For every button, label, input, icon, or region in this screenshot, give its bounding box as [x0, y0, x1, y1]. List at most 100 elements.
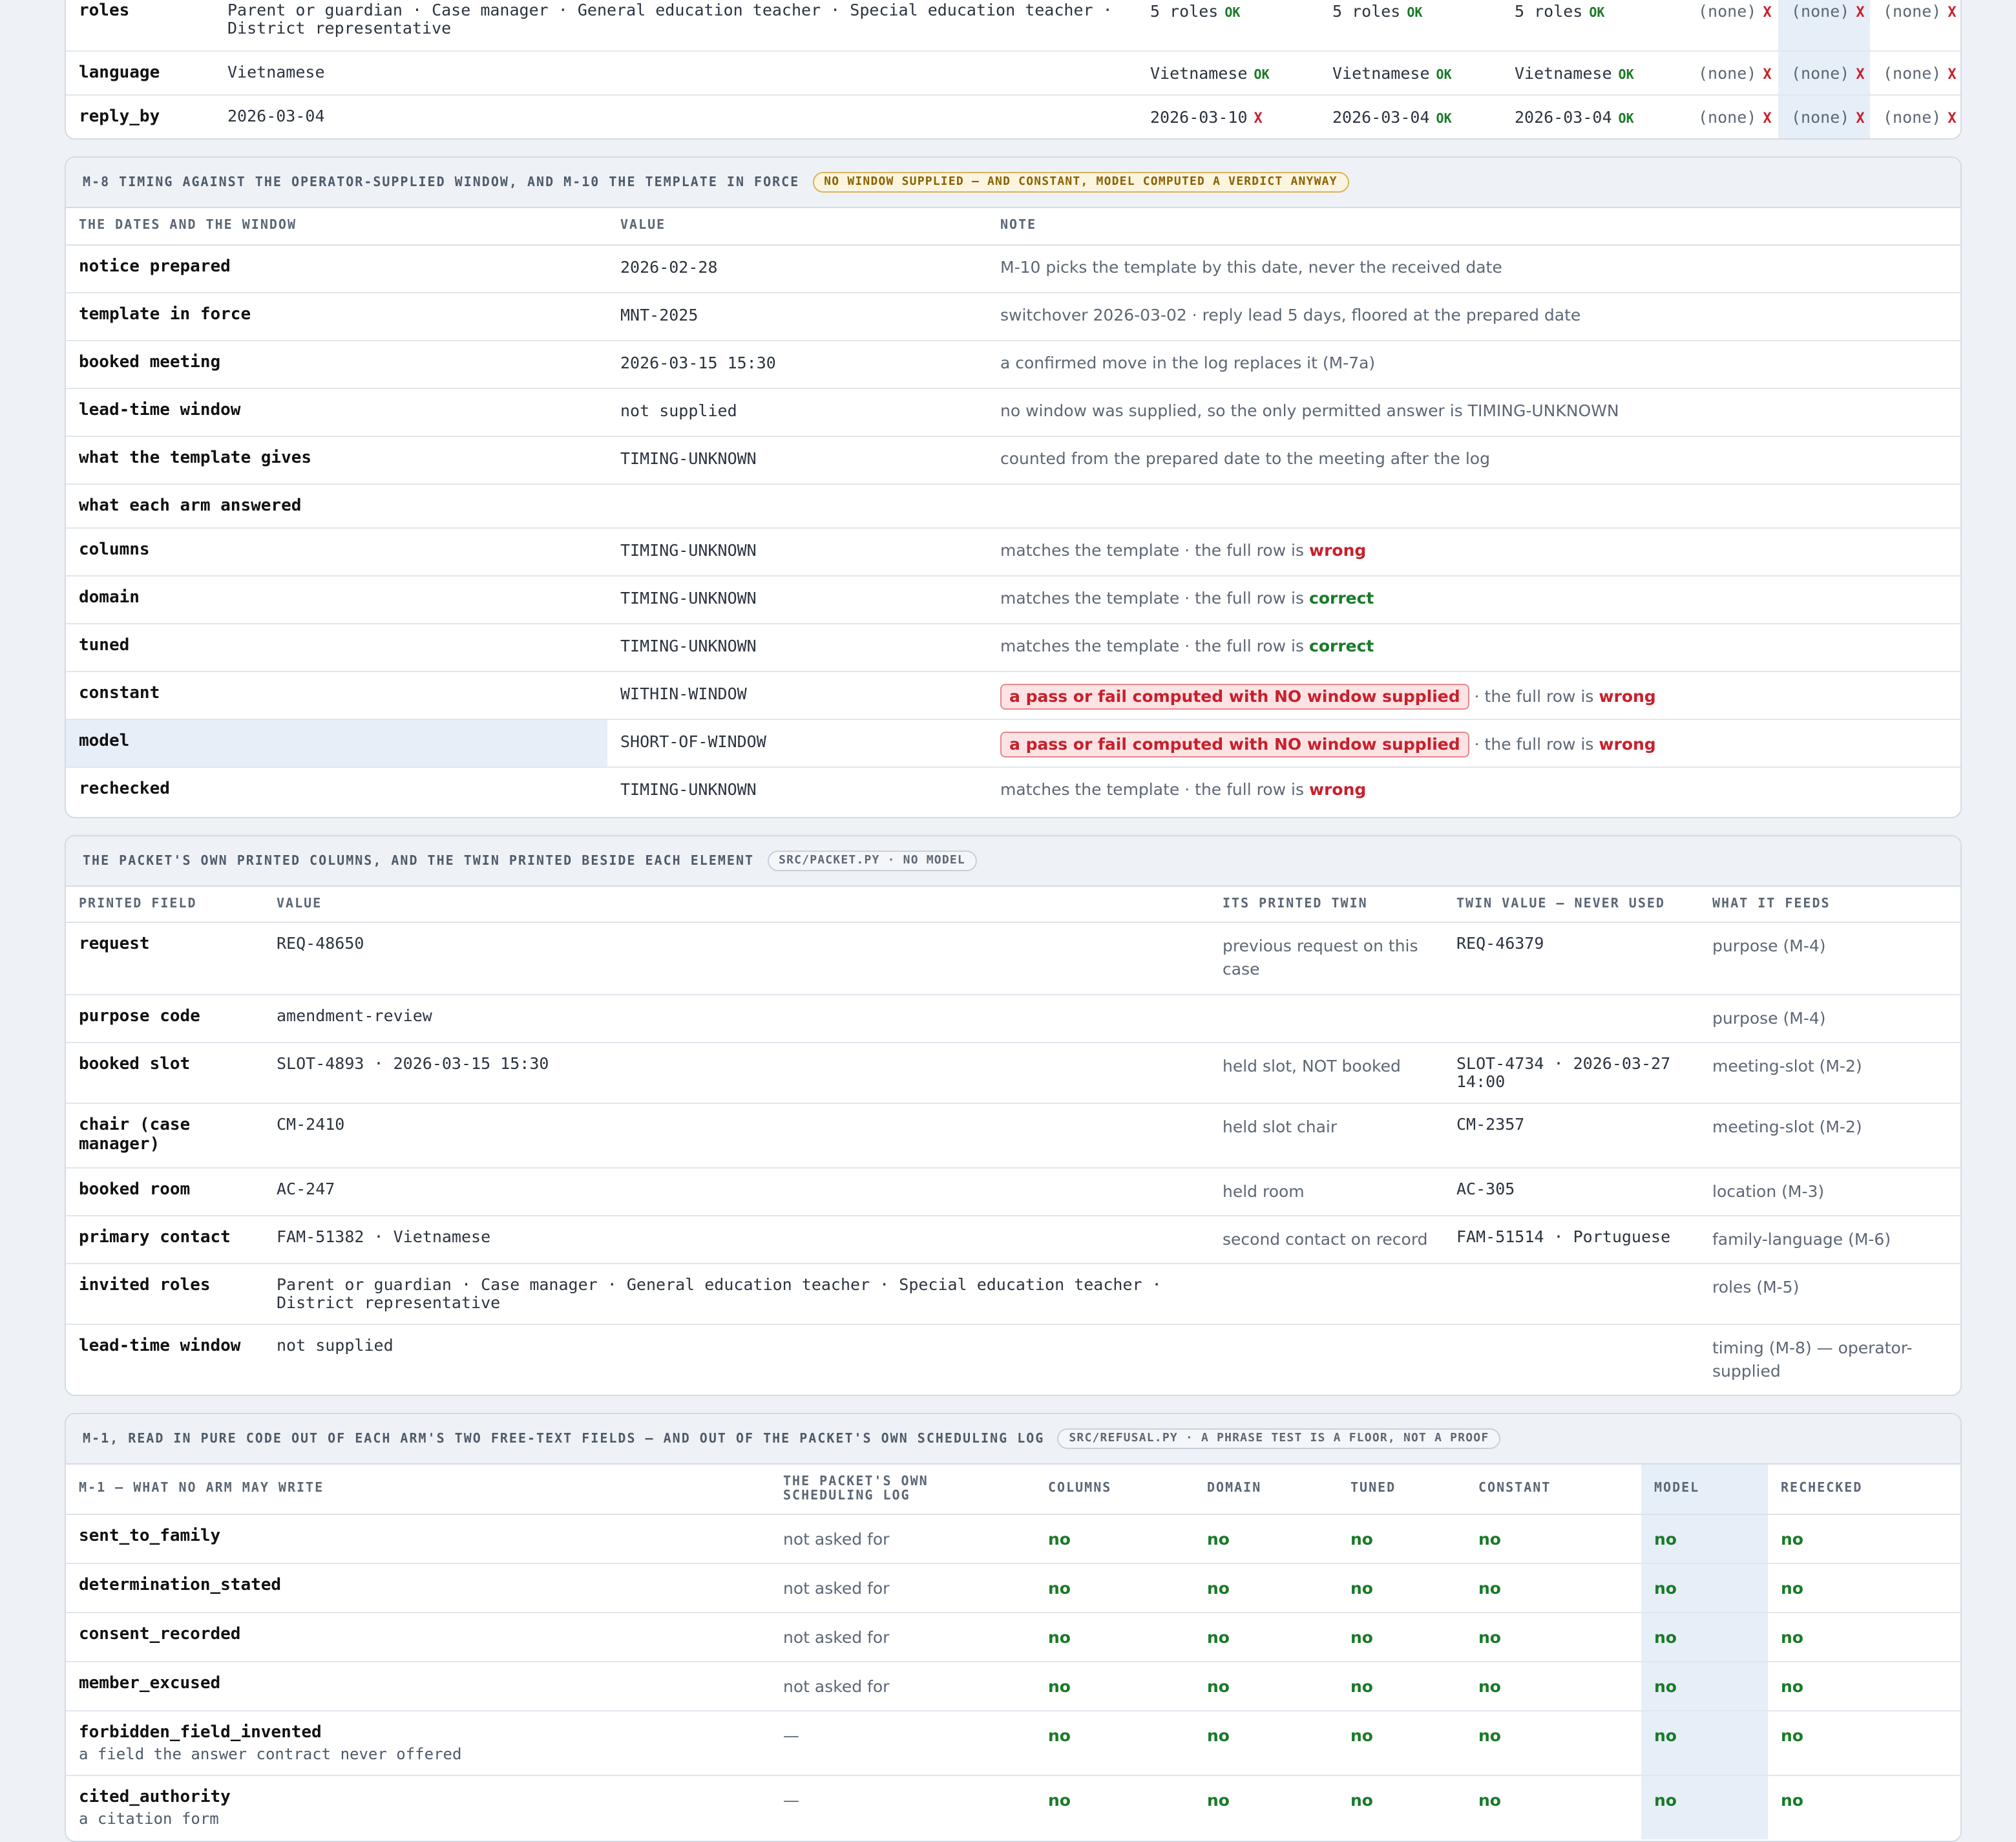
- summary-cell-value: Vietnamese: [1150, 63, 1248, 82]
- refusal-cell: no: [1035, 1710, 1194, 1775]
- refusal-cell: no: [1641, 1775, 1768, 1839]
- packet-row: booked slot SLOT-4893 · 2026-03-15 15:30 h…: [66, 1042, 1960, 1103]
- refusal-cell: no: [1338, 1661, 1465, 1711]
- packet-field: lead-time window: [79, 1336, 241, 1355]
- refusal-label: sent_to_family: [79, 1526, 221, 1545]
- timing-row-label: lead-time window: [66, 388, 607, 436]
- arm-value: TIMING-UNKNOWN: [620, 779, 757, 798]
- verdict-correct: correct: [1309, 635, 1374, 655]
- timing-row-value: TIMING-UNKNOWN: [607, 436, 987, 484]
- packet-field: request: [66, 922, 264, 995]
- timing-row-note: M-10 picks the template by this date, ne…: [987, 244, 1960, 293]
- timing-arm-row: constant WITHIN-WINDOW a pass or fail comp…: [66, 671, 1960, 719]
- timing-arm-row: rechecked TIMING-UNKNOWN matches the templ…: [66, 767, 1960, 814]
- packet-twin: [1210, 1263, 1444, 1324]
- fail-mark: X: [1254, 109, 1263, 126]
- summary-cell-value: (none): [1698, 107, 1757, 126]
- ok-mark: OK: [1618, 112, 1634, 126]
- packet-value: AC-247: [264, 1167, 1210, 1216]
- refusal-cell: no: [1207, 1790, 1230, 1809]
- timing-panel: M-8 TIMING AGAINST THE OPERATOR-SUPPLIED…: [65, 156, 1962, 818]
- refusal-label: cited_authority: [79, 1787, 231, 1806]
- refusal-panel-header: M-1, READ IN PURE CODE OUT OF EACH ARM'S…: [66, 1414, 1960, 1465]
- packet-twin: held slot chair: [1210, 1103, 1444, 1168]
- refusal-log: not asked for: [770, 1612, 1035, 1662]
- timing-arm-row: columns TIMING-UNKNOWN matches the templat…: [66, 527, 1960, 576]
- refusal-row: determination_stated not asked for no no no n…: [66, 1563, 1960, 1613]
- timing-arm-row: tuned TIMING-UNKNOWN matches the template ·…: [66, 623, 1960, 672]
- arm-note: matches the template · the full row is wro…: [987, 527, 1960, 576]
- timing-row-note: a confirmed move in the log replaces it …: [987, 340, 1960, 388]
- arm-note-text: matches the template: [1000, 588, 1180, 607]
- timing-row-note: no window was supplied, so the only perm…: [987, 388, 1960, 436]
- packet-col-header: TWIN VALUE — NEVER USED: [1444, 887, 1699, 922]
- refusal-label: member_excused: [79, 1673, 221, 1693]
- timing-row-note: counted from the prepared date to the me…: [987, 436, 1960, 484]
- arm-note: matches the template · the full row is cor…: [987, 623, 1960, 672]
- arm-note: a pass or fail computed with NO window s…: [987, 719, 1960, 767]
- refusal-sublabel: a citation form: [79, 1809, 219, 1827]
- ok-mark: OK: [1436, 68, 1452, 82]
- refusal-label-cell: cited_authoritya citation form: [66, 1775, 770, 1839]
- refusal-cell: no: [1194, 1661, 1338, 1711]
- arm-note-suffix: · the full row is: [1184, 779, 1304, 798]
- arm-note-suffix: · the full row is: [1184, 540, 1304, 559]
- summary-cell-value: 2026-03-04: [1515, 107, 1612, 126]
- refusal-log: not asked for: [770, 1661, 1035, 1711]
- summary-cell-value: (none): [1883, 107, 1942, 126]
- refusal-cell: no: [1035, 1514, 1194, 1563]
- refusal-col-header: CONSTANT: [1465, 1465, 1641, 1514]
- fail-mark: X: [1948, 65, 1957, 82]
- summary-row-label: language: [66, 50, 215, 95]
- summary-cell-value: 2026-03-10: [1150, 107, 1248, 126]
- timing-col-header: NOTE: [987, 208, 1960, 245]
- timing-row-value: not supplied: [607, 388, 987, 436]
- packet-twin-value: SLOT-4734 · 2026-03-27 14:00: [1444, 1042, 1699, 1103]
- arm-note: matches the template · the full row is cor…: [987, 575, 1960, 624]
- packet-field: booked room: [66, 1167, 264, 1216]
- packet-twin-value: AC-305: [1444, 1167, 1699, 1216]
- fail-mark: X: [1763, 4, 1772, 21]
- packet-panel-header: THE PACKET'S OWN PRINTED COLUMNS, AND TH…: [66, 836, 1960, 887]
- arm-label: columns: [66, 527, 607, 576]
- refusal-cell: no: [1641, 1661, 1768, 1711]
- summary-row: reply_by 2026-03-04 2026-03-10 X 2026-03-04 O…: [66, 94, 1960, 138]
- packet-value: REQ-48650: [264, 922, 1210, 995]
- packet-twin-value: FAM-51514 · Portuguese: [1444, 1215, 1699, 1264]
- summary-cell: (none) X: [1778, 94, 1870, 138]
- packet-col-header: PRINTED FIELD: [66, 887, 264, 922]
- packet-field: invited roles: [66, 1263, 264, 1324]
- summary-cell: (none) X: [1685, 0, 1778, 51]
- timing-row-label: notice prepared: [66, 244, 607, 293]
- packet-twin: [1210, 994, 1444, 1043]
- refusal-log: not asked for: [770, 1514, 1035, 1563]
- refusal-row: member_excused not asked for no no no no no no: [66, 1661, 1960, 1711]
- refusal-cell: no: [1465, 1514, 1641, 1563]
- arm-label: tuned: [66, 623, 607, 672]
- packet-value: amendment-review: [264, 994, 1210, 1043]
- refusal-row: sent_to_family not asked for no no no no no no: [66, 1514, 1960, 1563]
- arm-value: TIMING-UNKNOWN: [607, 623, 987, 672]
- refusal-cell: no: [1048, 1790, 1071, 1809]
- packet-feeds: meeting-slot (M-2): [1699, 1103, 1960, 1168]
- packet-field: primary contact: [66, 1215, 264, 1264]
- refusal-cell: no: [1035, 1563, 1194, 1613]
- packet-feeds: location (M-3): [1699, 1167, 1960, 1216]
- summary-cell-value: (none): [1883, 63, 1942, 82]
- packet-col-header: ITS PRINTED TWIN: [1210, 887, 1444, 922]
- packet-row: booked room AC-247 held room AC-305 location…: [66, 1167, 1960, 1216]
- refusal-cell: no: [1465, 1710, 1641, 1775]
- alert-badge: a pass or fail computed with NO window s…: [1000, 731, 1469, 757]
- arm-note: a pass or fail computed with NO window s…: [987, 671, 1960, 719]
- ok-mark: OK: [1407, 6, 1423, 21]
- timing-row-note: switchover 2026-03-02 · reply lead 5 day…: [987, 292, 1960, 341]
- refusal-col-header: M-1 — WHAT NO ARM MAY WRITE: [66, 1465, 770, 1514]
- summary-cell: 5 roles OK: [1319, 0, 1502, 51]
- summary-cell: (none) X: [1870, 94, 1960, 138]
- arm-note-text: matches the template: [1000, 635, 1180, 655]
- refusal-sublabel: a field the answer contract never offere…: [79, 1744, 462, 1763]
- timing-row-label: booked meeting: [66, 340, 607, 388]
- summary-row-label: reply_by: [79, 107, 160, 126]
- packet-col-header: WHAT IT FEEDS: [1699, 887, 1960, 922]
- arm-label: rechecked: [79, 779, 170, 798]
